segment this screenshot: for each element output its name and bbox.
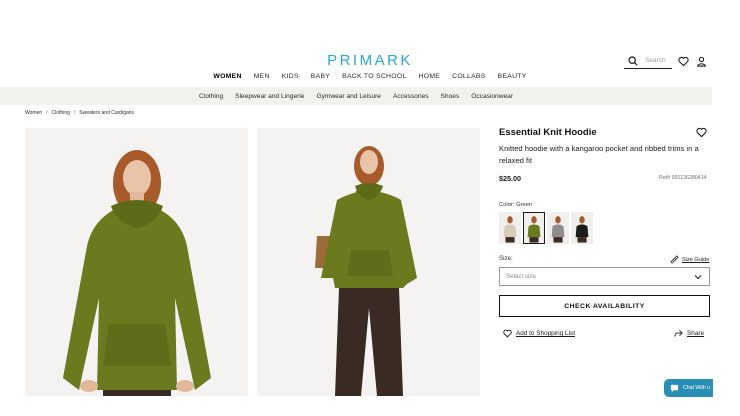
product-description: Knitted hoodie with a kangaroo pocket an… [499, 144, 699, 165]
wishlist-icon[interactable] [678, 56, 689, 67]
nav-home[interactable]: HOME [419, 73, 441, 80]
swatch-black[interactable] [571, 212, 593, 244]
chat-widget-button[interactable]: Chat With u [664, 379, 713, 397]
size-select[interactable]: Select size [499, 267, 710, 286]
product-image-side[interactable] [257, 128, 480, 396]
nav-men[interactable]: MEN [254, 73, 270, 80]
model-photo-front [25, 128, 248, 396]
nav-baby[interactable]: BABY [311, 73, 330, 80]
color-value: Green [516, 202, 533, 208]
size-guide-link[interactable]: Size Guide [670, 255, 709, 264]
subnav-accessories[interactable]: Accessories [393, 93, 429, 100]
breadcrumb-women[interactable]: Women [25, 110, 42, 116]
swatch-grey[interactable] [547, 212, 569, 244]
search-placeholder: Search [645, 57, 666, 64]
swatch-beige[interactable] [499, 212, 521, 244]
nav-kids[interactable]: KIDS [282, 73, 299, 80]
swatch-image [524, 213, 544, 243]
search-icon [628, 55, 638, 66]
user-icon [697, 56, 706, 67]
breadcrumb-separator: / [46, 110, 48, 116]
swatch-image [548, 213, 568, 243]
breadcrumb-sweaters[interactable]: Sweaters and Cardigans [79, 110, 134, 116]
heart-icon [696, 127, 707, 138]
subnav-clothing[interactable]: Clothing [199, 93, 223, 100]
swatch-green[interactable] [523, 212, 545, 244]
chat-bubble-icon [670, 384, 679, 392]
nav-collabs[interactable]: COLLABS [452, 73, 485, 80]
nav-back-to-school[interactable]: BACK TO SCHOOL [342, 73, 406, 80]
product-title: Essential Knit Hoodie [499, 127, 597, 138]
chevron-down-icon [694, 274, 702, 279]
add-to-shopping-list-label: Add to Shopping List [516, 330, 575, 337]
subnav-gymwear[interactable]: Gymwear and Leisure [316, 93, 381, 100]
add-to-wishlist-button[interactable] [696, 127, 707, 138]
nav-beauty[interactable]: BEAUTY [498, 73, 527, 80]
subnav-shoes[interactable]: Shoes [441, 93, 460, 100]
size-label: Size: [499, 255, 513, 262]
breadcrumb-separator: / [73, 110, 76, 116]
add-to-shopping-list-button[interactable]: Add to Shopping List [503, 329, 575, 338]
check-availability-button[interactable]: CHECK AVAILABILITY [499, 295, 710, 317]
sub-nav: Clothing Sleepwear and Lingerie Gymwear … [0, 87, 712, 105]
model-photo-full [257, 128, 480, 396]
nav-women[interactable]: WOMEN [213, 73, 241, 80]
search-input[interactable]: Search [624, 53, 672, 69]
size-select-placeholder: Select size [506, 273, 536, 280]
swatch-image [572, 213, 592, 243]
product-ref: Ref# 991136280414 [659, 175, 707, 181]
share-icon [674, 330, 683, 337]
breadcrumb-clothing[interactable]: Clothing [52, 110, 70, 116]
account-icon[interactable] [696, 56, 707, 67]
share-label: Share [687, 330, 705, 337]
color-label-text: Color: [499, 202, 515, 208]
subnav-occasionwear[interactable]: Occasionwear [471, 93, 513, 100]
breadcrumb: Women / Clothing / Sweaters and Cardigan… [25, 110, 134, 116]
swatch-image [500, 213, 520, 243]
product-image-front[interactable] [25, 128, 248, 396]
heart-icon [678, 56, 689, 67]
product-price: $25.00 [499, 174, 521, 183]
size-guide-label: Size Guide [682, 256, 710, 263]
subnav-sleepwear[interactable]: Sleepwear and Lingerie [235, 93, 304, 100]
heart-icon [503, 329, 512, 338]
color-swatches [499, 212, 593, 244]
chat-label: Chat With u [683, 385, 711, 391]
main-nav: WOMEN MEN KIDS BABY BACK TO SCHOOL HOME … [0, 73, 740, 80]
color-label: Color: Green [499, 202, 532, 208]
ruler-icon [670, 255, 679, 264]
share-button[interactable]: Share [674, 329, 704, 338]
